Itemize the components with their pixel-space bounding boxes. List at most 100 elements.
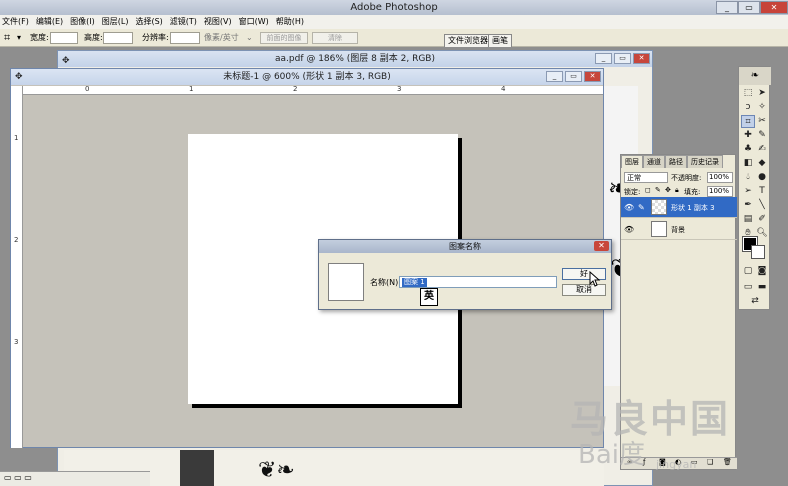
paint-bucket-tool-icon[interactable]: ◆ (755, 157, 769, 170)
magic-wand-tool-icon[interactable]: ✧ (755, 101, 769, 114)
crop-tool-icon[interactable]: ⌗ (4, 32, 10, 44)
doc-front-close-icon[interactable]: ✕ (584, 71, 601, 82)
tab-layers[interactable]: 图层 (621, 155, 643, 168)
move-tool-icon[interactable]: ➤ (755, 87, 769, 100)
resolution-unit-chevron-icon[interactable]: ⌄ (246, 32, 253, 44)
horizontal-ruler[interactable]: 0 1 2 3 4 (23, 85, 603, 95)
line-tool-icon[interactable]: ╲ (755, 199, 769, 212)
pattern-preview (328, 263, 364, 301)
watermark-brand: Bai度 (578, 440, 645, 470)
clear-button[interactable]: 清除 (312, 32, 358, 44)
pattern-name-input[interactable]: 图案 1 (399, 276, 557, 288)
minimized-doc-strip: ▭ ▭ ▭ (0, 471, 150, 486)
tab-brushes[interactable]: 画笔 (488, 34, 512, 47)
brush-link-icon[interactable]: ✎ (638, 203, 645, 212)
watermark: 马良中国 Bai度 jingyan (570, 388, 788, 486)
screen-mode-full-icon[interactable]: ▬ (755, 281, 769, 294)
doc-front-minimize-icon[interactable]: _ (546, 71, 563, 82)
type-tool-icon[interactable]: T (755, 185, 769, 198)
doc-back-dark-shape (180, 450, 214, 486)
doc-back-maximize-icon[interactable]: ▭ (614, 53, 631, 64)
width-field[interactable] (50, 32, 78, 44)
layer-thumbnail (651, 199, 667, 215)
ruler-v-label: 3 (14, 338, 19, 346)
visibility-eye-icon[interactable]: 👁︎ (624, 225, 634, 234)
menu-filter[interactable]: 滤镜(T) (168, 15, 202, 29)
jump-to-imageready-icon[interactable]: ⇄ (748, 295, 762, 308)
menu-select[interactable]: 选择(S) (133, 15, 167, 29)
height-label: 高度: (84, 33, 103, 42)
tool-preset-dropdown-icon[interactable]: ▾ (17, 32, 21, 44)
pattern-name-value: 图案 1 (402, 278, 427, 287)
doc-front-maximize-icon[interactable]: ▭ (565, 71, 582, 82)
menu-edit[interactable]: 编辑(E) (34, 15, 68, 29)
resolution-unit-select[interactable]: 像素/英寸 (204, 32, 239, 44)
dodge-tool-icon[interactable]: ● (755, 171, 769, 184)
eyedropper-tool-icon[interactable]: ✐ (755, 213, 769, 226)
tab-file-browser[interactable]: 文件浏览器 (444, 34, 492, 47)
menu-image[interactable]: 图像(I) (68, 15, 100, 29)
front-image-button[interactable]: 前面的图像 (260, 32, 308, 44)
resolution-label: 分辨率: (142, 33, 169, 42)
doc-back-title-bar[interactable]: ✥ aa.pdf @ 186% (图层 8 副本 2, RGB) _ ▭ ✕ (58, 51, 652, 67)
tab-channels[interactable]: 通道 (643, 155, 665, 168)
lock-paint-icon[interactable]: ✎ (655, 186, 661, 194)
lock-move-icon[interactable]: ✥ (665, 186, 671, 194)
close-icon[interactable]: ✕ (760, 1, 788, 14)
mouse-cursor-icon (589, 270, 601, 290)
quick-mask-mode-icon[interactable]: ◙ (755, 265, 769, 278)
doc-back-minimize-icon[interactable]: _ (595, 53, 612, 64)
lock-transparency-icon[interactable]: ◻ (645, 186, 651, 194)
layer-row[interactable]: 👁︎ 背景 (621, 219, 737, 240)
fill-field[interactable]: 100% (707, 186, 733, 197)
minimized-doc-icon[interactable]: ▭ ▭ ▭ (4, 473, 32, 482)
tab-history[interactable]: 历史记录 (687, 155, 723, 168)
lock-all-icon[interactable]: 🔒︎ (675, 186, 679, 195)
layer-row[interactable]: 👁︎ ✎ 形状 1 副本 3 (621, 197, 737, 218)
crop-tool-icon[interactable]: ⌗ (741, 115, 755, 128)
menu-layer[interactable]: 图层(L) (100, 15, 134, 29)
healing-brush-tool-icon[interactable]: ✚ (741, 129, 755, 142)
doc-front-title: 未标题-1 @ 600% (形状 1 副本 3, RGB) (223, 72, 391, 82)
fill-label: 填充: (684, 188, 701, 196)
screen-mode-standard-icon[interactable]: ▭ (741, 281, 755, 294)
options-bar: ⌗ ▾ 宽度: 高度: 分辨率: 像素/英寸 ⌄ 前面的图像 清除 文件浏览器 … (0, 29, 788, 47)
dialog-close-icon[interactable]: ✕ (594, 241, 609, 251)
visibility-eye-icon[interactable]: 👁︎ (624, 203, 634, 212)
restore-icon[interactable]: ▭ (738, 1, 760, 14)
height-field[interactable] (103, 32, 133, 44)
ime-indicator[interactable]: 英 (420, 288, 438, 306)
tab-paths[interactable]: 路径 (665, 155, 687, 168)
notes-tool-icon[interactable]: ▤ (741, 213, 755, 226)
minimize-icon[interactable]: _ (716, 1, 738, 14)
ruler-h-label: 0 (85, 85, 90, 93)
standard-mode-icon[interactable]: ▢ (741, 265, 755, 278)
brush-tool-icon[interactable]: ✎ (755, 129, 769, 142)
dialog-title-bar[interactable]: 图案名称 ✕ (319, 240, 611, 253)
vertical-ruler[interactable]: 1 2 3 (11, 86, 23, 448)
lasso-tool-icon[interactable]: ↄ (741, 101, 755, 114)
menu-help[interactable]: 帮助(H) (274, 15, 309, 29)
resolution-field[interactable] (170, 32, 200, 44)
ruler-h-label: 3 (397, 85, 402, 93)
clone-stamp-tool-icon[interactable]: ♣ (741, 143, 755, 156)
eraser-tool-icon[interactable]: ◧ (741, 157, 755, 170)
zoom-tool-icon[interactable]: 🔍︎ (755, 227, 769, 240)
slice-tool-icon[interactable]: ✂ (755, 115, 769, 128)
blur-tool-icon[interactable]: 💧︎ (741, 171, 755, 184)
history-brush-tool-icon[interactable]: ✍ (755, 143, 769, 156)
opacity-field[interactable]: 100% (707, 172, 733, 183)
blend-mode-select[interactable]: 正常 (624, 172, 668, 183)
opacity-label: 不透明度: (671, 174, 702, 182)
doc-back-close-icon[interactable]: ✕ (633, 53, 650, 64)
pen-tool-icon[interactable]: ✒ (741, 199, 755, 212)
doc-front-title-bar[interactable]: ✥ 未标题-1 @ 600% (形状 1 副本 3, RGB) _ ▭ ✕ (11, 69, 603, 85)
menu-file[interactable]: 文件(F) (0, 15, 34, 29)
layer-name: 形状 1 副本 3 (671, 204, 715, 212)
ps-logo-icon[interactable]: ❧ (739, 67, 771, 85)
menu-view[interactable]: 视图(V) (202, 15, 237, 29)
marquee-tool-icon[interactable]: ⬚ (741, 87, 755, 100)
background-color-swatch[interactable] (751, 245, 765, 259)
menu-window[interactable]: 窗口(W) (237, 15, 274, 29)
path-selection-tool-icon[interactable]: ➢ (741, 185, 755, 198)
